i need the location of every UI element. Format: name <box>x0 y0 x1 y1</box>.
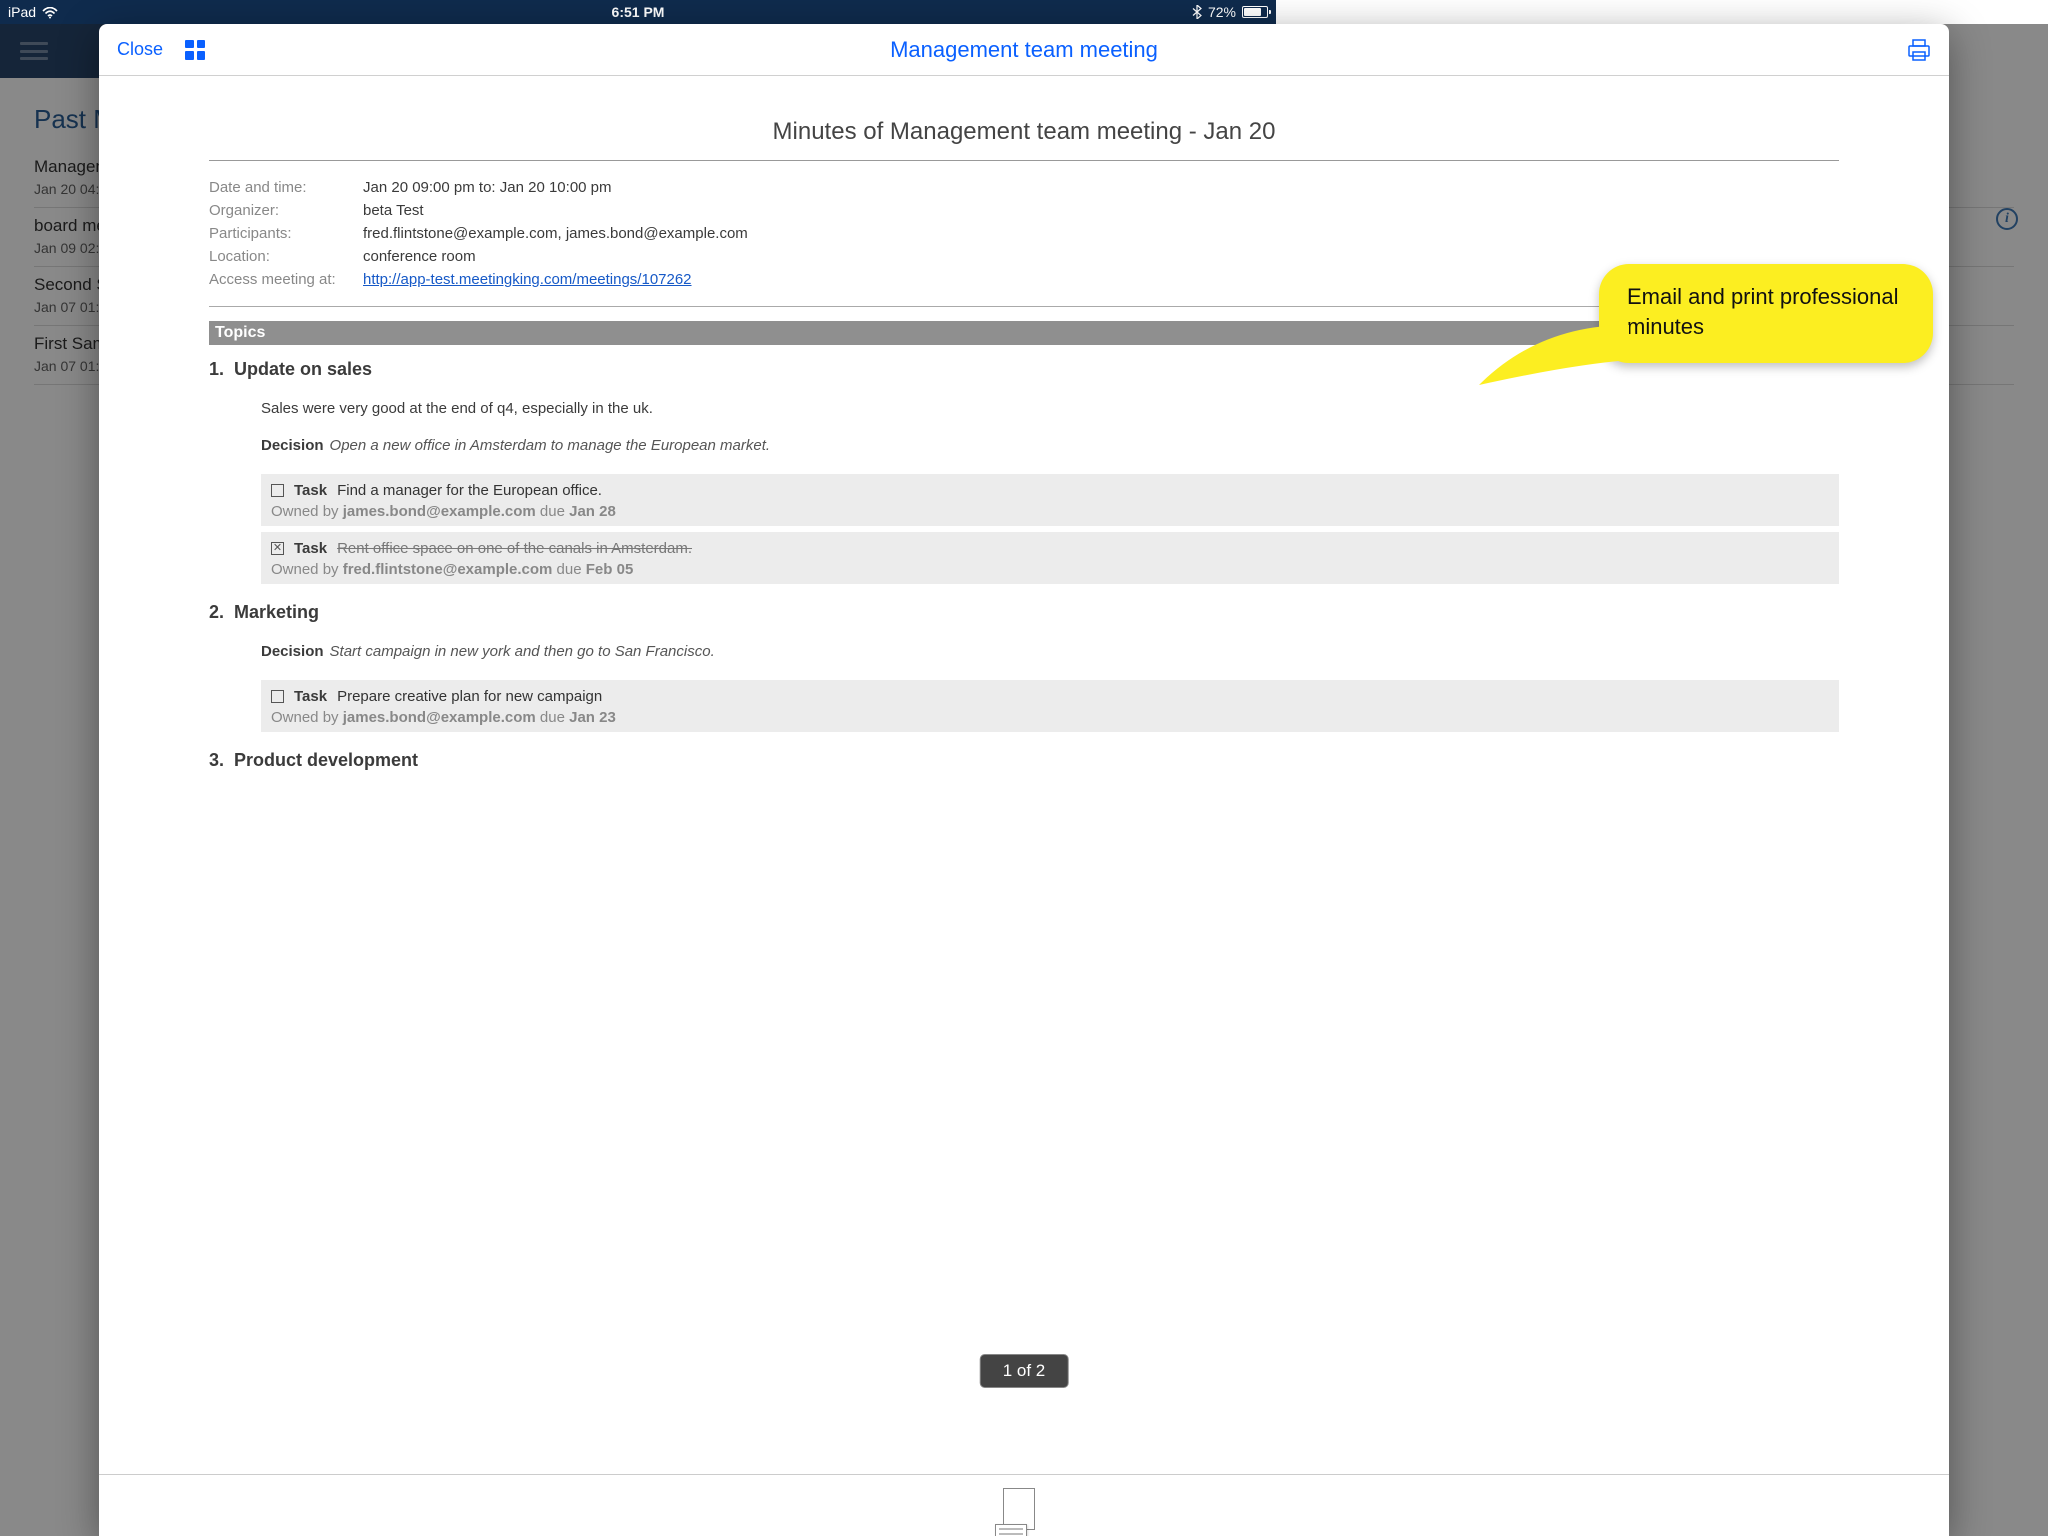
meta-value-organizer: beta Test <box>363 202 1839 219</box>
page-indicator: 1 of 2 <box>980 1354 1069 1388</box>
topic-block: 3. Product development <box>209 750 1839 771</box>
task-label: Task <box>294 482 327 499</box>
print-icon[interactable] <box>1907 39 1931 61</box>
bluetooth-icon <box>1192 5 1202 19</box>
meta-label-datetime: Date and time: <box>209 179 363 196</box>
task-box: Task Prepare creative plan for new campai… <box>261 680 1839 732</box>
meta-value-participants: fred.flintstone@example.com, james.bond@… <box>363 225 1839 242</box>
meta-label-location: Location: <box>209 248 363 265</box>
task-text: Find a manager for the European office. <box>337 482 602 499</box>
task-checkbox[interactable] <box>271 484 284 497</box>
meta-label-organizer: Organizer: <box>209 202 363 219</box>
grid-icon[interactable] <box>185 40 205 60</box>
decision-line: DecisionStart campaign in new york and t… <box>261 643 1839 660</box>
task-checkbox[interactable]: ✕ <box>271 542 284 555</box>
task-meta: Owned by james.bond@example.com due Jan … <box>271 503 1829 520</box>
task-label: Task <box>294 540 327 557</box>
status-bar: iPad 6:51 PM 72% <box>0 0 1276 24</box>
close-button[interactable]: Close <box>117 39 163 60</box>
document-title: Minutes of Management team meeting - Jan… <box>209 118 1839 161</box>
meta-value-location: conference room <box>363 248 1839 265</box>
document-body: Minutes of Management team meeting - Jan… <box>99 76 1949 1474</box>
meta-value-datetime: Jan 20 09:00 pm to: Jan 20 10:00 pm <box>363 179 1839 196</box>
topic-block: 1. Update on salesSales were very good a… <box>209 359 1839 584</box>
sheet-header: Close Management team meeting <box>99 24 1949 76</box>
topic-title: 3. Product development <box>209 750 1839 771</box>
meeting-meta: Date and time:Jan 20 09:00 pm to: Jan 20… <box>209 179 1839 307</box>
sheet-footer-thumbnails <box>99 1474 1949 1536</box>
task-text: Rent office space on one of the canals i… <box>337 540 692 557</box>
meta-label-participants: Participants: <box>209 225 363 242</box>
topic-block: 2. Marketing DecisionStart campaign in ne… <box>209 602 1839 732</box>
callout-tail-icon <box>1479 315 1629 385</box>
topic-note: Sales were very good at the end of q4, e… <box>261 400 1839 417</box>
device-label: iPad <box>8 4 36 20</box>
print-preview-sheet: Close Management team meeting Minutes of… <box>99 24 1949 1536</box>
task-checkbox[interactable] <box>271 690 284 703</box>
task-label: Task <box>294 688 327 705</box>
task-text: Prepare creative plan for new campaign <box>337 688 602 705</box>
task-meta: Owned by fred.flintstone@example.com due… <box>271 561 1829 578</box>
sheet-title: Management team meeting <box>890 37 1158 63</box>
task-box: ✕ Task Rent office space on one of the can… <box>261 532 1839 584</box>
wifi-icon <box>42 6 58 18</box>
task-box: Task Find a manager for the European offi… <box>261 474 1839 526</box>
battery-icon <box>1242 6 1268 18</box>
page-thumbnail-1[interactable] <box>995 1524 1027 1536</box>
task-meta: Owned by james.bond@example.com due Jan … <box>271 709 1829 726</box>
callout-text: Email and print professional minutes <box>1627 284 1898 339</box>
annotation-callout: Email and print professional minutes <box>1599 264 1933 363</box>
meta-label-access: Access meeting at: <box>209 271 363 288</box>
meeting-access-link[interactable]: http://app-test.meetingking.com/meetings… <box>363 271 692 288</box>
battery-percent: 72% <box>1208 4 1236 20</box>
status-time: 6:51 PM <box>612 4 665 20</box>
decision-line: DecisionOpen a new office in Amsterdam t… <box>261 437 1839 454</box>
topic-title: 2. Marketing <box>209 602 1839 623</box>
